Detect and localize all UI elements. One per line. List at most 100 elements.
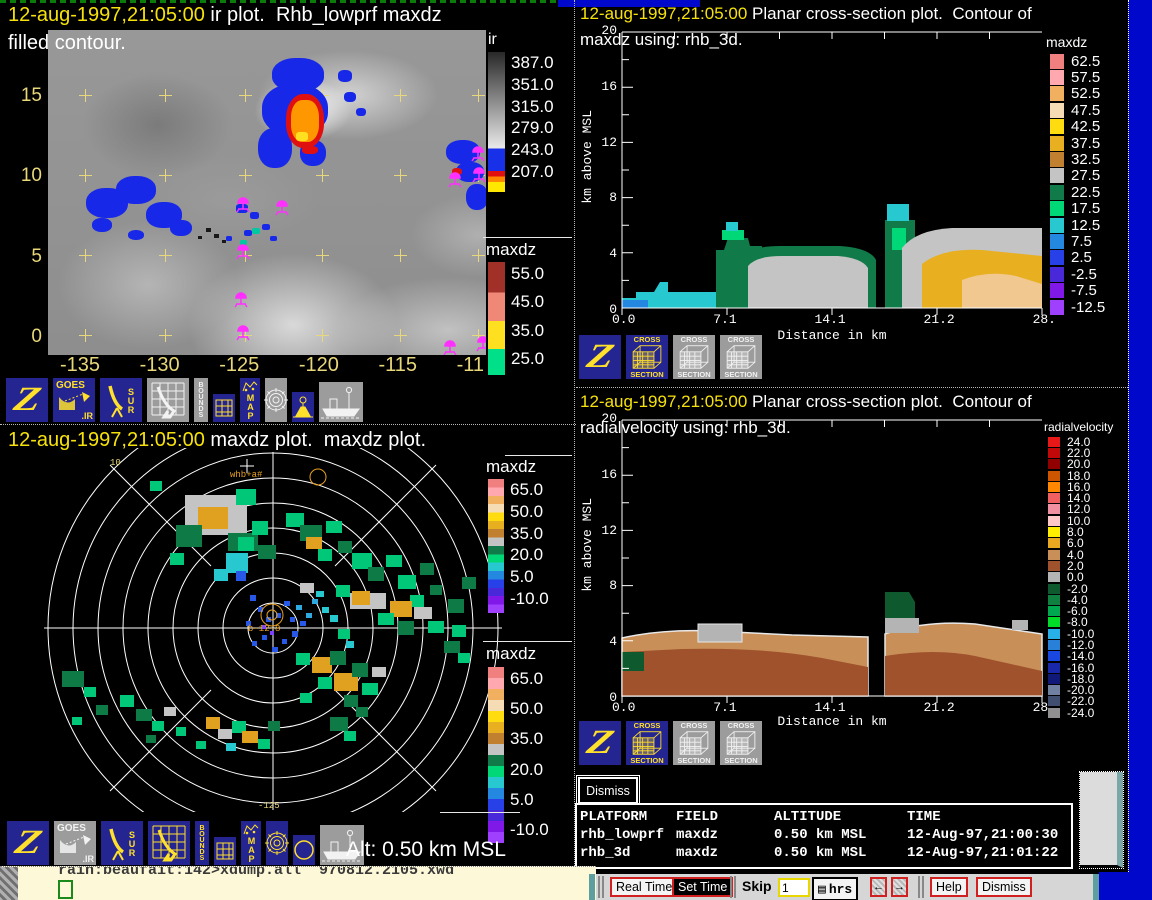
color-swatch (1048, 708, 1060, 718)
xsec2-y-label: km above MSL (580, 498, 595, 592)
range-rings-button[interactable] (265, 820, 289, 866)
goes-ir-button[interactable]: GOES .IR (53, 820, 97, 866)
window-edge (1093, 874, 1099, 900)
tick-label: 0.0 (612, 312, 635, 327)
color-swatch (1050, 119, 1064, 134)
cross-section-3-button[interactable]: CROSS SECTION (719, 720, 763, 766)
radar-grid-button[interactable] (146, 377, 190, 423)
color-swatch (1050, 300, 1064, 315)
scrollbar[interactable] (1080, 772, 1123, 868)
xsec1-colorbar: 62.557.552.547.542.537.532.527.522.517.5… (1050, 53, 1105, 315)
colorbar-tick-label: 27.5 (1071, 167, 1100, 184)
ppi-center-annotation: b-12-8 (248, 624, 280, 634)
cross-section-3-button[interactable]: CROSS SECTION (719, 334, 763, 380)
zebra-logo-button[interactable]: Z (578, 720, 622, 766)
skip-label: Skip (742, 878, 772, 894)
colorbar-entry: 47.5 (1050, 102, 1105, 118)
radar-sur-button[interactable]: SUR (100, 820, 144, 866)
hrs-button[interactable]: ▤hrs (812, 877, 858, 900)
right-blue-border (1128, 0, 1152, 900)
cross-section-2-button[interactable]: CROSS SECTION (672, 720, 716, 766)
latlon-grid-mark (79, 169, 92, 182)
satellite-image[interactable] (48, 30, 486, 355)
xsec1-title: 12-aug-1997,21:05:00 Planar cross-sectio… (580, 4, 1032, 24)
tick-label: 25.0 (511, 350, 544, 367)
radialvelocity-contours (622, 592, 1042, 696)
tick-label: 15 (6, 86, 42, 105)
map-button[interactable]: MAP (239, 377, 261, 423)
grid-button[interactable] (212, 393, 236, 423)
buoy-button[interactable] (291, 391, 315, 423)
xsec1-toolbar: ZCROSS SECTIONCROSS SECTIONCROSS SECTION (578, 334, 763, 380)
color-swatch (1048, 663, 1060, 673)
sat-maxdz-colorbar-label: maxdz (486, 240, 536, 260)
color-swatch (1048, 606, 1060, 616)
step-back-button[interactable]: ← (870, 877, 887, 897)
tick-label: 0 (6, 327, 42, 346)
legend-separator (440, 812, 520, 813)
status-dismiss-button[interactable]: Dismiss (578, 777, 638, 804)
colorbar-tick-label: 7.5 (1071, 233, 1092, 250)
grid-icon (215, 841, 235, 861)
xsec2-plot[interactable] (622, 420, 1042, 696)
radar-sur-button[interactable]: SUR (99, 377, 143, 423)
window-edge (589, 874, 595, 900)
satellite-contour-blob (296, 132, 308, 141)
xsec2-toolbar: ZCROSS SECTIONCROSS SECTIONCROSS SECTION (578, 720, 763, 766)
cross-section-2-button[interactable]: CROSS SECTION (672, 334, 716, 380)
real-time-button[interactable]: Real Time (610, 877, 678, 897)
cross-section-cube-icon (628, 344, 666, 370)
ppi-colorbar2 (488, 667, 504, 843)
table-cell: 0.50 km MSL (774, 844, 907, 862)
bounds-button[interactable]: BOUNDS (194, 820, 210, 866)
table-cell: 0.50 km MSL (774, 826, 907, 844)
xsec1-y-label: km above MSL (580, 110, 595, 204)
cross-section-1-button[interactable]: CROSS SECTION (625, 720, 669, 766)
ship-button[interactable] (318, 381, 364, 423)
range-rings-button[interactable] (264, 377, 288, 423)
tick-label: 45.0 (511, 293, 544, 310)
step-forward-button[interactable]: → (891, 877, 908, 897)
cross-section-1-button[interactable]: CROSS SECTION (625, 334, 669, 380)
circle-icon (292, 838, 316, 862)
colorbar-entry: 27.5 (1050, 168, 1105, 184)
goes-ir-button[interactable]: GOES .IR (52, 377, 96, 423)
timebar-dismiss-button[interactable]: Dismiss (976, 877, 1032, 897)
skip-value-input[interactable] (778, 878, 810, 897)
colorbar-tick-label: 37.5 (1071, 135, 1100, 152)
tick-label: 50.0 (510, 503, 549, 520)
terminal-window[interactable]: rain:beaufait:142>xdump.all 970812.2105.… (0, 866, 596, 900)
separator (918, 876, 920, 898)
xsec1-plot[interactable] (622, 32, 1042, 308)
bounds-button[interactable]: BOUNDS (193, 377, 209, 423)
tick-label: 35.0 (510, 730, 549, 747)
set-time-button[interactable]: Set Time (672, 877, 733, 897)
grid-button[interactable] (213, 836, 237, 866)
color-swatch (1048, 674, 1060, 684)
colorbar-entry: 32.5 (1050, 151, 1105, 167)
colorbar-entry: -24.0 (1048, 707, 1094, 718)
zebra-logo-button[interactable]: Z (5, 377, 49, 423)
help-button[interactable]: Help (930, 877, 968, 897)
zebra-logo-button[interactable]: Z (578, 334, 622, 380)
map-button[interactable]: MAP (240, 820, 262, 866)
tick-label: 35.0 (511, 322, 544, 339)
color-swatch (1050, 136, 1064, 151)
color-swatch (1050, 54, 1064, 69)
tick-label: 65.0 (510, 481, 549, 498)
latlon-grid-mark (159, 249, 172, 262)
tick-label: 21.2 (924, 700, 955, 715)
tick-label: 20.0 (510, 546, 549, 563)
xsec1-x-ticks: 0.07.114.121.228. (612, 312, 1056, 327)
color-swatch (1048, 584, 1060, 594)
zebra-logo-button[interactable]: Z (6, 820, 50, 866)
circle-overlay-button[interactable] (292, 834, 316, 866)
radar-grid-button[interactable] (147, 820, 191, 866)
ir-colorbar-ticks: 387.0351.0315.0279.0243.0207.0 (511, 54, 554, 180)
satellite-contour-blob (356, 108, 366, 116)
terminal-border (0, 867, 18, 900)
tick-label: 315.0 (511, 98, 554, 115)
timestamp: 12-aug-1997,21:05:00 (8, 4, 205, 26)
color-swatch (1048, 696, 1060, 706)
table-cell: 12-Aug-97,21:01:22 (907, 844, 1058, 862)
